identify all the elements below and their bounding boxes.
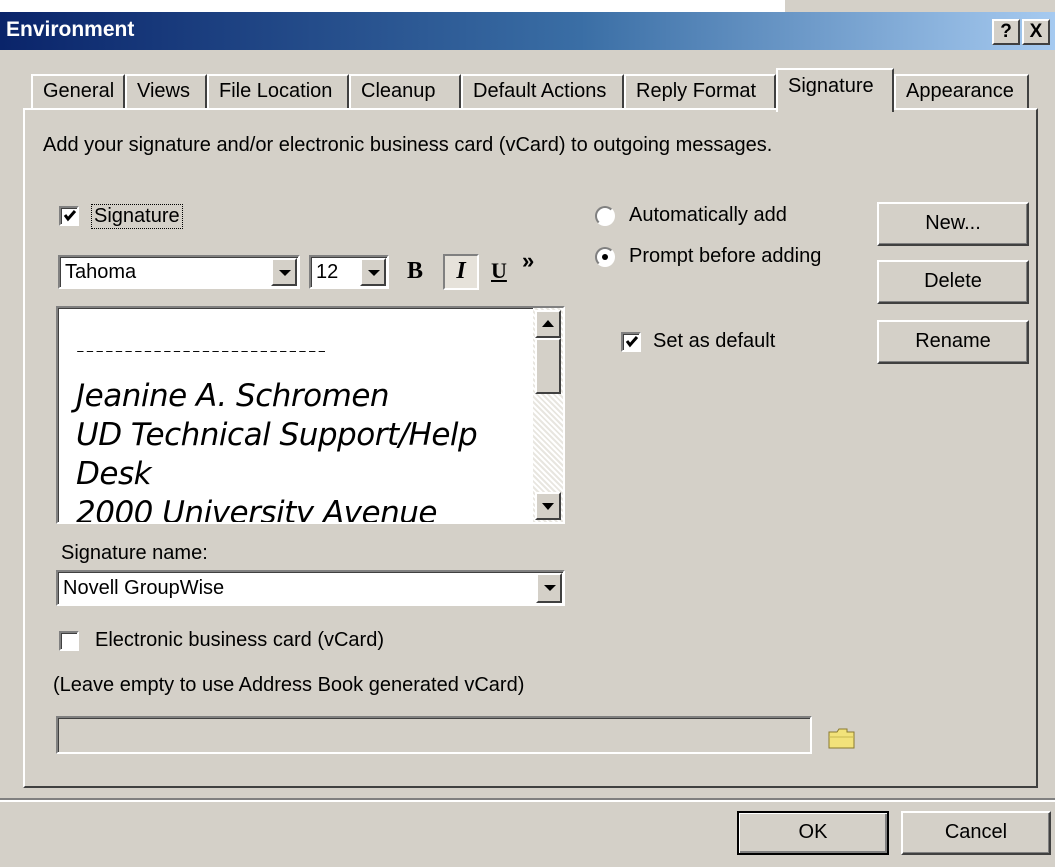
checkmark-icon: [63, 210, 77, 222]
title-bar[interactable]: Environment ? X: [0, 12, 1055, 50]
delete-button[interactable]: Delete: [877, 260, 1029, 304]
font-name-value: Tahoma: [65, 261, 137, 283]
vcard-checkbox-label[interactable]: Electronic business card (vCard): [95, 629, 384, 652]
rename-button[interactable]: Rename: [877, 320, 1029, 364]
signature-name-dropdown[interactable]: Novell GroupWise: [56, 570, 565, 606]
prompt-radio[interactable]: [595, 247, 615, 267]
tab-default-actions[interactable]: Default Actions: [461, 74, 624, 110]
chevron-down-icon[interactable]: [360, 258, 386, 286]
tab-file-location[interactable]: File Location: [207, 74, 349, 110]
signature-name-label: Signature name:: [61, 542, 208, 564]
signature-line-0: --------------------------: [76, 336, 328, 364]
more-toolbar-button[interactable]: »: [522, 248, 534, 274]
italic-button[interactable]: I: [443, 254, 479, 290]
help-button[interactable]: ?: [992, 19, 1020, 45]
signature-line-4: 2000 University Avenue: [76, 495, 437, 524]
ok-button[interactable]: OK: [737, 811, 889, 855]
prompt-label[interactable]: Prompt before adding: [629, 245, 821, 268]
environment-dialog: Environment ? X General Views File Locat…: [0, 0, 1055, 867]
vertical-scrollbar[interactable]: [533, 308, 563, 522]
font-size-value: 12: [316, 261, 339, 283]
signature-panel: Add your signature and/or electronic bus…: [23, 108, 1038, 788]
chevron-up-icon: [542, 320, 554, 327]
tab-reply-format[interactable]: Reply Format: [624, 74, 776, 110]
tab-general[interactable]: General: [31, 74, 125, 110]
auto-add-radio[interactable]: [595, 206, 615, 226]
underline-button[interactable]: U: [491, 258, 507, 284]
signature-line-1: Jeanine A. Schromen: [76, 378, 390, 414]
signature-line-2: UD Technical Support/Help: [76, 417, 478, 453]
scroll-down-button[interactable]: [535, 492, 561, 520]
chevron-down-icon[interactable]: [271, 258, 297, 286]
font-size-dropdown[interactable]: 12: [309, 255, 389, 289]
background-strip: [0, 0, 1055, 12]
chevron-down-icon[interactable]: [536, 573, 562, 603]
tab-appearance[interactable]: Appearance: [894, 74, 1029, 110]
set-default-checkbox[interactable]: [621, 332, 641, 352]
vcard-path-field[interactable]: [56, 716, 812, 754]
close-button[interactable]: X: [1022, 19, 1050, 45]
checkmark-icon: [625, 336, 639, 348]
window-title: Environment: [6, 18, 135, 41]
new-button[interactable]: New...: [877, 202, 1029, 246]
tab-signature[interactable]: Signature: [776, 68, 894, 112]
signature-line-3: Desk: [76, 456, 152, 492]
signature-checkbox[interactable]: [59, 206, 79, 226]
signature-name-value: Novell GroupWise: [63, 577, 225, 599]
vcard-checkbox[interactable]: [59, 631, 79, 651]
auto-add-label[interactable]: Automatically add: [629, 204, 787, 227]
signature-editor[interactable]: -------------------------- Jeanine A. Sc…: [56, 306, 565, 524]
scroll-up-button[interactable]: [535, 310, 561, 338]
chevron-down-icon: [542, 503, 554, 510]
description-text: Add your signature and/or electronic bus…: [43, 134, 773, 156]
scroll-thumb[interactable]: [535, 338, 561, 394]
bold-button[interactable]: B: [407, 258, 423, 285]
font-name-dropdown[interactable]: Tahoma: [58, 255, 300, 289]
set-default-label[interactable]: Set as default: [653, 330, 775, 353]
tab-cleanup[interactable]: Cleanup: [349, 74, 461, 110]
vcard-hint: (Leave empty to use Address Book generat…: [53, 674, 525, 696]
folder-icon[interactable]: [828, 728, 856, 750]
tab-views[interactable]: Views: [125, 74, 207, 110]
signature-checkbox-label[interactable]: Signature: [91, 204, 183, 229]
cancel-button[interactable]: Cancel: [901, 811, 1051, 855]
